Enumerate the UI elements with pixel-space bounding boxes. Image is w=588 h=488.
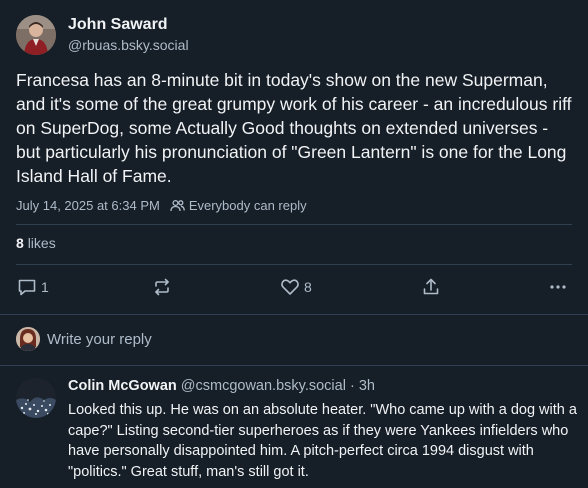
author-name[interactable]: John Saward xyxy=(68,16,168,34)
reply-time[interactable]: 3h xyxy=(359,378,375,394)
divider xyxy=(0,314,588,315)
likes-label: likes xyxy=(27,235,56,251)
post-meta: July 14, 2025 at 6:34 PM Everybody can r… xyxy=(16,198,307,213)
divider xyxy=(0,365,588,366)
reply-author-avatar[interactable] xyxy=(16,378,56,418)
my-avatar xyxy=(16,327,40,351)
post-timestamp[interactable]: July 14, 2025 at 6:34 PM xyxy=(16,198,160,213)
reply-separator: · xyxy=(349,378,355,394)
author-avatar[interactable] xyxy=(16,15,56,55)
people-icon xyxy=(170,199,185,212)
repost-icon xyxy=(155,278,169,296)
likes-number: 8 xyxy=(16,235,24,251)
reply-header: Colin McGowan @csmcgowan.bsky.social · 3… xyxy=(68,378,375,394)
like-count: 8 xyxy=(304,279,312,295)
share-icon xyxy=(423,278,439,295)
reply-count: 1 xyxy=(41,279,49,295)
comment-icon xyxy=(18,279,36,296)
heart-icon xyxy=(281,279,299,295)
post-text: Francesa has an 8-minute bit in today's … xyxy=(16,70,572,186)
share-button[interactable] xyxy=(421,277,441,297)
divider xyxy=(16,264,572,265)
reply-button[interactable]: 1 xyxy=(17,277,49,297)
reply-text: Looked this up. He was on an absolute he… xyxy=(68,402,577,480)
reply-author-handle[interactable]: @csmcgowan.bsky.social xyxy=(181,378,346,394)
likes-count[interactable]: 8 likes xyxy=(16,235,56,251)
author-handle[interactable]: @rbuas.bsky.social xyxy=(68,37,189,53)
reply-input-placeholder[interactable]: Write your reply xyxy=(47,331,152,348)
more-options-button[interactable] xyxy=(548,277,568,297)
repost-button[interactable] xyxy=(152,277,172,297)
reply-author-name[interactable]: Colin McGowan xyxy=(68,378,177,394)
like-button[interactable]: 8 xyxy=(280,277,312,297)
more-icon xyxy=(550,285,566,289)
divider xyxy=(16,224,572,225)
reply-permission[interactable]: Everybody can reply xyxy=(189,198,307,213)
